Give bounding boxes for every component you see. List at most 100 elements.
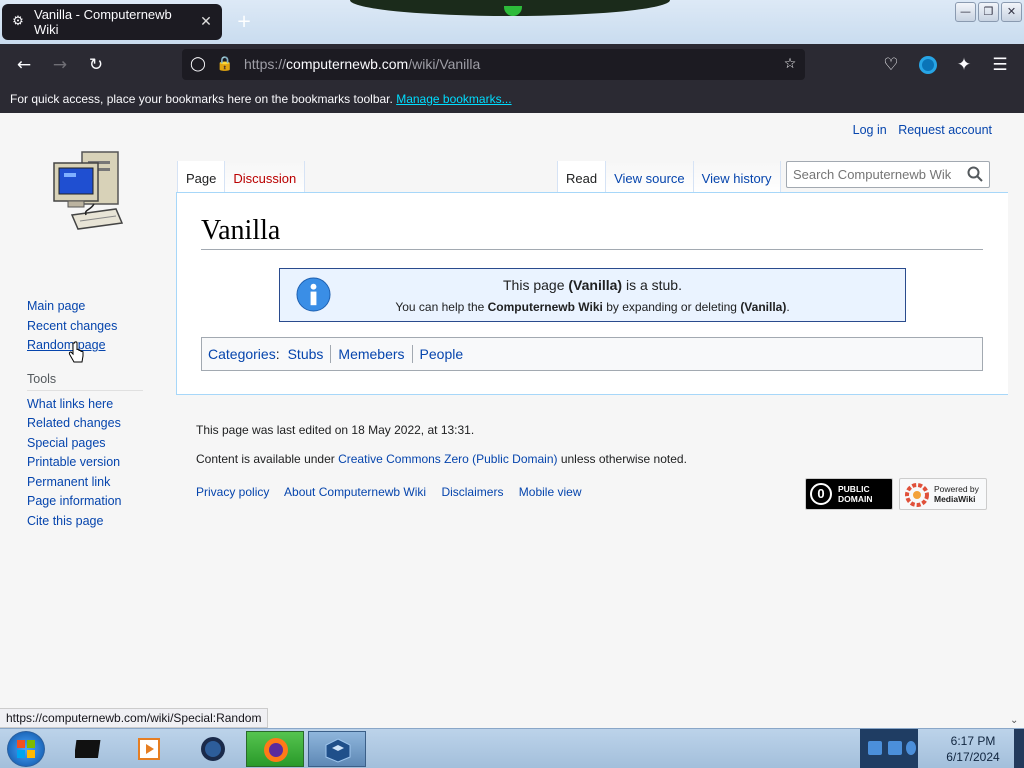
bookmarks-hint: For quick access, place your bookmarks h… (10, 92, 393, 106)
tab-view-source[interactable]: View source (605, 161, 693, 193)
category-stubs[interactable]: Stubs (288, 346, 324, 362)
tray-icon-3[interactable] (906, 741, 916, 755)
sidebar-printable-version[interactable]: Printable version (27, 455, 157, 475)
tray-icon-2[interactable] (888, 741, 902, 755)
clock[interactable]: 6:17 PM 6/17/2024 (930, 733, 1016, 765)
sidebar-permanent-link[interactable]: Permanent link (27, 475, 157, 495)
tab-title: Vanilla - Computernewb Wiki (34, 7, 172, 37)
url-text[interactable]: https://computernewb.com/wiki/Vanilla (244, 56, 480, 72)
close-window-icon[interactable]: ✕ (1001, 2, 1022, 22)
bookmark-star-icon[interactable]: ☆ (781, 55, 799, 73)
account-icon[interactable] (915, 52, 941, 78)
stub-notice: This page (Vanilla) is a stub. You can h… (279, 268, 906, 322)
stub-line-2: You can help the Computernewb Wiki by ex… (395, 300, 790, 314)
mediawiki-flower-icon (905, 483, 929, 507)
pocket-icon[interactable]: ♡ (878, 52, 904, 78)
sidebar-what-links-here[interactable]: What links here (27, 397, 157, 417)
taskbar-app-virtualbox[interactable] (308, 731, 366, 767)
taskbar-app-globe[interactable] (184, 731, 242, 767)
wiki-favicon-icon: ⚙ (12, 14, 24, 29)
shield-icon[interactable]: ◯ (189, 55, 207, 73)
restore-icon[interactable]: ❐ (978, 2, 999, 22)
media-player-icon (138, 738, 160, 760)
manage-bookmarks-link[interactable]: Manage bookmarks... (396, 92, 511, 106)
link-status-url: https://computernewb.com/wiki/Special:Ra… (0, 708, 269, 728)
window-controls: — ❐ ✕ (955, 2, 1022, 22)
category-links: Categories: Stubs Memebers People (201, 337, 983, 371)
footer: This page was last edited on 18 May 2022… (196, 423, 687, 499)
taskbar-app-firefox[interactable] (246, 731, 304, 767)
footer-places: Privacy policy About Computernewb Wiki D… (196, 485, 687, 499)
license-link[interactable]: Creative Commons Zero (Public Domain) (338, 452, 557, 466)
about-link[interactable]: About Computernewb Wiki (284, 485, 426, 499)
page-scrollbar[interactable]: ⌄ (1008, 113, 1024, 728)
menu-icon[interactable]: ☰ (987, 52, 1013, 78)
tab-view-history[interactable]: View history (692, 161, 781, 193)
tab-page[interactable]: Page (177, 161, 225, 193)
minimize-icon[interactable]: — (955, 2, 976, 22)
namespace-tabs: Page Discussion (177, 161, 306, 193)
taskbar-app-media-player[interactable] (120, 731, 178, 767)
back-icon[interactable]: ← (11, 52, 37, 78)
mediawiki-badge[interactable]: Powered by MediaWiki (899, 478, 987, 510)
last-edited: This page was last edited on 18 May 2022… (196, 423, 475, 437)
category-memebers[interactable]: Memebers (338, 346, 404, 362)
search-input[interactable] (787, 162, 957, 187)
taskbar-app-terminal[interactable] (60, 731, 118, 767)
virtualbox-icon (325, 738, 351, 763)
public-domain-icon: 0 (810, 483, 832, 505)
sidebar-recent-changes[interactable]: Recent changes (27, 319, 157, 339)
clock-time: 6:17 PM (950, 734, 996, 748)
forward-icon[interactable]: → (47, 52, 73, 78)
sidebar-related-changes[interactable]: Related changes (27, 416, 157, 436)
tab-read[interactable]: Read (557, 161, 606, 193)
reload-icon[interactable]: ↻ (83, 52, 109, 78)
bookmarks-toolbar: For quick access, place your bookmarks h… (0, 85, 1024, 113)
close-tab-icon[interactable]: ✕ (198, 14, 214, 30)
categories-link[interactable]: Categories (208, 346, 276, 362)
extensions-icon[interactable]: ✦ (951, 52, 977, 78)
terminal-icon (75, 740, 101, 758)
public-domain-badge[interactable]: 0 PUBLIC DOMAIN (805, 478, 893, 510)
request-account-link[interactable]: Request account (898, 123, 992, 137)
start-button[interactable] (7, 731, 45, 767)
navigation-bar: ← → ↻ ◯ 🔒 https://computernewb.com/wiki/… (0, 44, 1024, 85)
globe-icon (201, 737, 225, 761)
category-people[interactable]: People (420, 346, 464, 362)
firefox-icon (264, 738, 288, 762)
tray-icon-1[interactable] (868, 741, 882, 755)
clock-date: 6/17/2024 (946, 750, 1000, 764)
stub-line-1: This page (Vanilla) is a stub. (503, 277, 682, 293)
wiki-logo[interactable] (50, 149, 128, 237)
scroll-down-icon[interactable]: ⌄ (1010, 715, 1018, 726)
sidebar-page-information[interactable]: Page information (27, 494, 157, 514)
search-box (786, 161, 990, 188)
address-bar[interactable]: ◯ 🔒 https://computernewb.com/wiki/Vanill… (182, 49, 805, 80)
lock-icon[interactable]: 🔒 (216, 55, 234, 73)
hand-cursor-icon (68, 341, 84, 363)
view-tabs: Read View source View history (557, 161, 781, 193)
tab-discussion[interactable]: Discussion (224, 161, 306, 193)
sidebar: Main page Recent changes Random page Too… (27, 299, 157, 533)
content-area: Vanilla This page (Vanilla) is a stub. Y… (176, 192, 1008, 395)
sidebar-random-page[interactable]: Random page (27, 338, 157, 358)
sidebar-cite-this-page[interactable]: Cite this page (27, 514, 157, 534)
sidebar-special-pages[interactable]: Special pages (27, 436, 157, 456)
disclaimers-link[interactable]: Disclaimers (441, 485, 503, 499)
tab-strip: ⚙ Vanilla - Computernewb Wiki ✕ + — ❐ ✕ (0, 0, 1024, 44)
system-tray (860, 729, 918, 768)
show-desktop-button[interactable] (1014, 729, 1024, 768)
taskbar: 6:17 PM 6/17/2024 (0, 728, 1024, 768)
mobile-view-link[interactable]: Mobile view (519, 485, 582, 499)
page-viewport: Log in Request account Main page Recent … (0, 113, 1008, 728)
sidebar-main-page[interactable]: Main page (27, 299, 157, 319)
login-link[interactable]: Log in (853, 123, 887, 137)
tools-heading: Tools (27, 372, 143, 391)
license-info: Content is available under Creative Comm… (196, 452, 687, 466)
new-tab-icon[interactable]: + (234, 12, 254, 32)
browser-tab[interactable]: ⚙ Vanilla - Computernewb Wiki ✕ (2, 4, 222, 40)
search-icon[interactable] (967, 166, 983, 182)
windows-logo-icon (17, 740, 35, 758)
privacy-policy-link[interactable]: Privacy policy (196, 485, 269, 499)
page-title: Vanilla (201, 215, 983, 250)
